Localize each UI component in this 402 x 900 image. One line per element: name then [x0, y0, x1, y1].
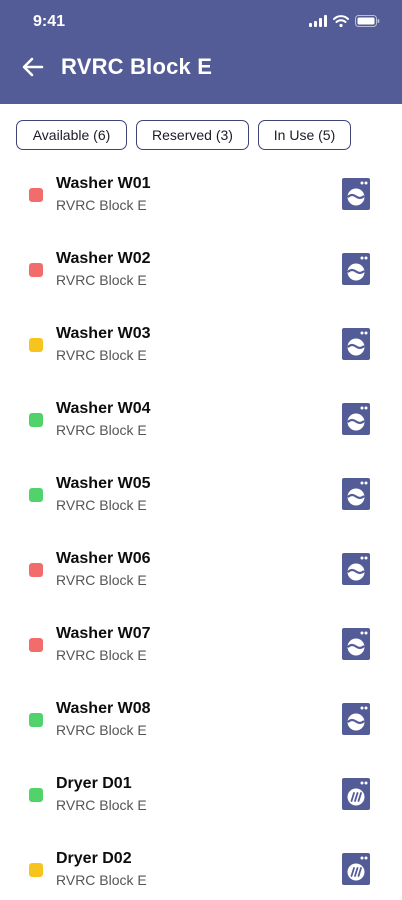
- machine-name: Washer W05: [56, 475, 151, 492]
- washer-icon: [342, 178, 370, 210]
- filter-bar: Available (6) Reserved (3) In Use (5): [16, 120, 351, 150]
- machine-name: Washer W02: [56, 250, 151, 267]
- washer-icon: [342, 478, 370, 510]
- machine-location: RVRC Block E: [56, 272, 147, 288]
- list-item[interactable]: Washer W08 RVRC Block E: [0, 675, 402, 750]
- washer-icon: [342, 253, 370, 285]
- status-dot: [29, 563, 43, 577]
- status-dot: [29, 188, 43, 202]
- status-dot: [29, 488, 43, 502]
- machine-list: Washer W01 RVRC Block E Washer W02 RVRC …: [0, 150, 402, 900]
- machine-location: RVRC Block E: [56, 797, 147, 813]
- machine-name: Washer W04: [56, 400, 151, 417]
- status-dot: [29, 713, 43, 727]
- machine-location: RVRC Block E: [56, 647, 147, 663]
- status-icons: [309, 15, 380, 27]
- app-header: 9:41 RVRC Block E: [0, 0, 402, 104]
- list-item[interactable]: Washer W06 RVRC Block E: [0, 525, 402, 600]
- machine-location: RVRC Block E: [56, 722, 147, 738]
- list-item[interactable]: Washer W02 RVRC Block E: [0, 225, 402, 300]
- back-arrow-icon: [22, 57, 44, 77]
- machine-location: RVRC Block E: [56, 872, 147, 888]
- status-time: 9:41: [33, 13, 66, 30]
- list-item[interactable]: Washer W05 RVRC Block E: [0, 450, 402, 525]
- back-button[interactable]: [22, 57, 44, 77]
- machine-location: RVRC Block E: [56, 347, 147, 363]
- filter-in-use-button[interactable]: In Use (5): [258, 120, 351, 150]
- washer-icon: [342, 328, 370, 360]
- washer-icon: [342, 553, 370, 585]
- list-item[interactable]: Washer W01 RVRC Block E: [0, 150, 402, 225]
- battery-icon: [355, 15, 380, 27]
- machine-name: Washer W06: [56, 550, 151, 567]
- filter-reserved-button[interactable]: Reserved (3): [136, 120, 249, 150]
- status-dot: [29, 338, 43, 352]
- dryer-icon: [342, 778, 370, 810]
- list-item[interactable]: Dryer D02 RVRC Block E: [0, 825, 402, 900]
- machine-location: RVRC Block E: [56, 497, 147, 513]
- status-dot: [29, 413, 43, 427]
- dryer-icon: [342, 853, 370, 885]
- list-item[interactable]: Washer W07 RVRC Block E: [0, 600, 402, 675]
- list-item[interactable]: Dryer D01 RVRC Block E: [0, 750, 402, 825]
- list-item[interactable]: Washer W03 RVRC Block E: [0, 300, 402, 375]
- washer-icon: [342, 403, 370, 435]
- status-dot: [29, 263, 43, 277]
- wifi-icon: [333, 15, 349, 27]
- status-dot: [29, 788, 43, 802]
- machine-location: RVRC Block E: [56, 422, 147, 438]
- machine-location: RVRC Block E: [56, 197, 147, 213]
- machine-name: Washer W07: [56, 625, 151, 642]
- washer-icon: [342, 628, 370, 660]
- status-dot: [29, 863, 43, 877]
- machine-name: Dryer D02: [56, 850, 132, 867]
- machine-name: Washer W03: [56, 325, 151, 342]
- filter-available-button[interactable]: Available (6): [16, 120, 127, 150]
- machine-location: RVRC Block E: [56, 572, 147, 588]
- cellular-signal-icon: [309, 15, 327, 27]
- machine-name: Washer W01: [56, 175, 151, 192]
- status-dot: [29, 638, 43, 652]
- page-title: RVRC Block E: [61, 54, 213, 79]
- machine-name: Washer W08: [56, 700, 151, 717]
- machine-name: Dryer D01: [56, 775, 132, 792]
- list-item[interactable]: Washer W04 RVRC Block E: [0, 375, 402, 450]
- washer-icon: [342, 703, 370, 735]
